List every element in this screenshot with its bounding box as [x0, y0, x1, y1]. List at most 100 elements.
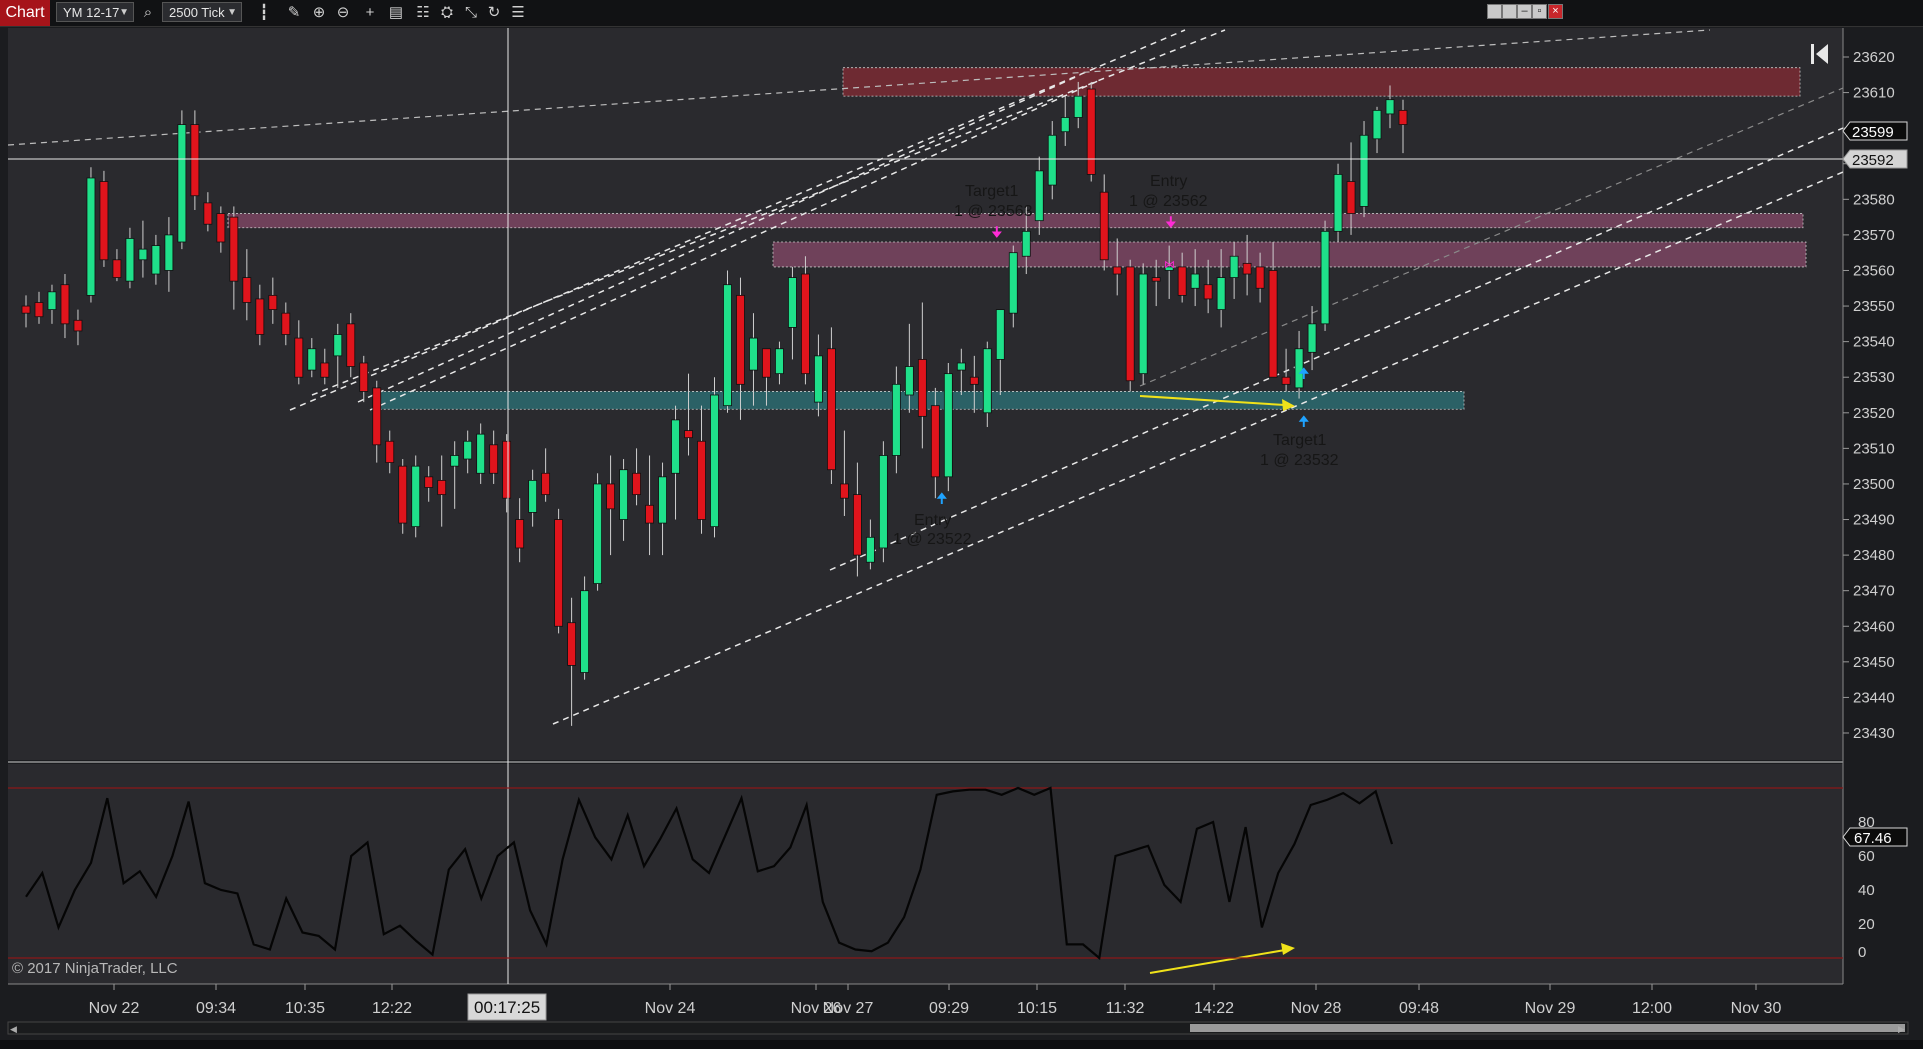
candle[interactable] — [1138, 273, 1148, 375]
candle[interactable] — [788, 277, 797, 328]
candle[interactable] — [645, 504, 654, 524]
supply-zone[interactable] — [772, 241, 1807, 268]
buy-marker-icon[interactable]: 🠉 — [1298, 365, 1310, 381]
candle[interactable] — [891, 383, 901, 456]
candle[interactable] — [593, 483, 602, 584]
candle[interactable] — [1307, 323, 1317, 353]
candle[interactable] — [710, 394, 719, 528]
candle[interactable] — [359, 362, 369, 392]
candle[interactable] — [917, 359, 927, 417]
candle[interactable] — [736, 294, 745, 385]
candle[interactable] — [333, 334, 343, 357]
candle[interactable] — [190, 124, 200, 197]
candle[interactable] — [580, 590, 589, 673]
candle[interactable] — [749, 337, 758, 371]
candle[interactable] — [281, 312, 291, 335]
candle[interactable] — [47, 291, 57, 311]
candle[interactable] — [1346, 181, 1356, 214]
candle[interactable] — [502, 440, 512, 499]
candle[interactable] — [229, 216, 239, 282]
candle[interactable] — [723, 284, 732, 407]
candle[interactable] — [995, 309, 1005, 360]
candle[interactable] — [943, 373, 953, 478]
candle[interactable] — [1177, 266, 1187, 296]
scroll-right-icon[interactable]: ▶ — [1898, 1024, 1905, 1034]
candle[interactable] — [242, 277, 252, 303]
candle[interactable] — [450, 455, 460, 467]
resistance-zone[interactable] — [842, 67, 1801, 97]
candle[interactable] — [1047, 134, 1057, 186]
candle[interactable] — [658, 476, 667, 524]
horizontal-scrollbar[interactable]: ◀ ▶ — [7, 1021, 1909, 1035]
candle[interactable] — [1216, 277, 1226, 311]
candle[interactable] — [463, 440, 473, 460]
candle[interactable] — [541, 472, 551, 496]
candle[interactable] — [878, 455, 888, 549]
candle[interactable] — [320, 362, 330, 378]
candle[interactable] — [852, 494, 862, 556]
candle[interactable] — [411, 465, 421, 528]
scrollbar-thumb[interactable] — [1190, 1024, 1905, 1032]
candle[interactable] — [1060, 117, 1070, 133]
candle[interactable] — [606, 483, 615, 510]
candle[interactable] — [138, 248, 148, 261]
candle[interactable] — [372, 387, 382, 446]
candle[interactable] — [671, 419, 680, 474]
candle[interactable] — [164, 234, 174, 271]
candle[interactable] — [1073, 95, 1083, 118]
candle[interactable] — [1203, 284, 1213, 300]
candle[interactable] — [385, 440, 395, 463]
candle[interactable] — [177, 124, 187, 243]
candle[interactable] — [1333, 174, 1343, 232]
candle[interactable] — [684, 430, 693, 439]
candle[interactable] — [762, 348, 771, 378]
sell-marker-icon[interactable]: 🠋 — [991, 224, 1003, 240]
candle[interactable] — [1385, 99, 1395, 115]
candle[interactable] — [554, 519, 564, 627]
candle[interactable] — [489, 444, 499, 474]
candle[interactable] — [21, 305, 31, 314]
sell-marker-icon[interactable]: ⋈ — [1164, 259, 1175, 271]
candle[interactable] — [930, 405, 940, 478]
candle[interactable] — [1008, 252, 1018, 314]
candle[interactable] — [1034, 170, 1044, 222]
oscillator-panel[interactable] — [8, 764, 1843, 984]
candle[interactable] — [125, 238, 135, 282]
candle[interactable] — [1281, 376, 1291, 385]
candle[interactable] — [60, 284, 70, 325]
candle[interactable] — [424, 476, 434, 488]
candle[interactable] — [34, 302, 44, 318]
candle[interactable] — [982, 348, 992, 414]
candle[interactable] — [1125, 266, 1135, 382]
candle[interactable] — [1229, 255, 1239, 278]
candle[interactable] — [697, 440, 706, 520]
candle[interactable] — [775, 348, 784, 375]
candle[interactable] — [1099, 191, 1109, 261]
candle[interactable] — [476, 433, 486, 474]
candle[interactable] — [1086, 88, 1096, 175]
candle[interactable] — [567, 622, 577, 666]
candle[interactable] — [1112, 266, 1122, 275]
candle[interactable] — [86, 177, 96, 296]
candle[interactable] — [840, 483, 849, 499]
candle[interactable] — [255, 298, 265, 335]
candle[interactable] — [1372, 109, 1382, 140]
buy-marker-icon[interactable]: 🠉 — [936, 490, 948, 506]
candle[interactable] — [73, 319, 83, 332]
sell-marker-icon[interactable]: 🠋 — [1165, 214, 1177, 230]
candle[interactable] — [398, 465, 408, 524]
candle[interactable] — [814, 355, 823, 403]
candle[interactable] — [151, 245, 161, 275]
price-chart[interactable]: 🠉 🠉 🠉 🠋 🠋 ⋈ Target1 1 @ 23563 Entry 1 @ … — [0, 0, 1923, 1040]
candle[interactable] — [268, 294, 278, 311]
candle[interactable] — [528, 479, 538, 513]
candle[interactable] — [1242, 262, 1252, 275]
candle[interactable] — [1190, 273, 1200, 289]
candle[interactable] — [307, 348, 317, 371]
candle[interactable] — [904, 366, 914, 396]
candle[interactable] — [112, 259, 122, 278]
candle[interactable] — [969, 376, 979, 385]
candle[interactable] — [801, 273, 810, 375]
candle[interactable] — [294, 337, 304, 378]
candle[interactable] — [827, 348, 836, 471]
